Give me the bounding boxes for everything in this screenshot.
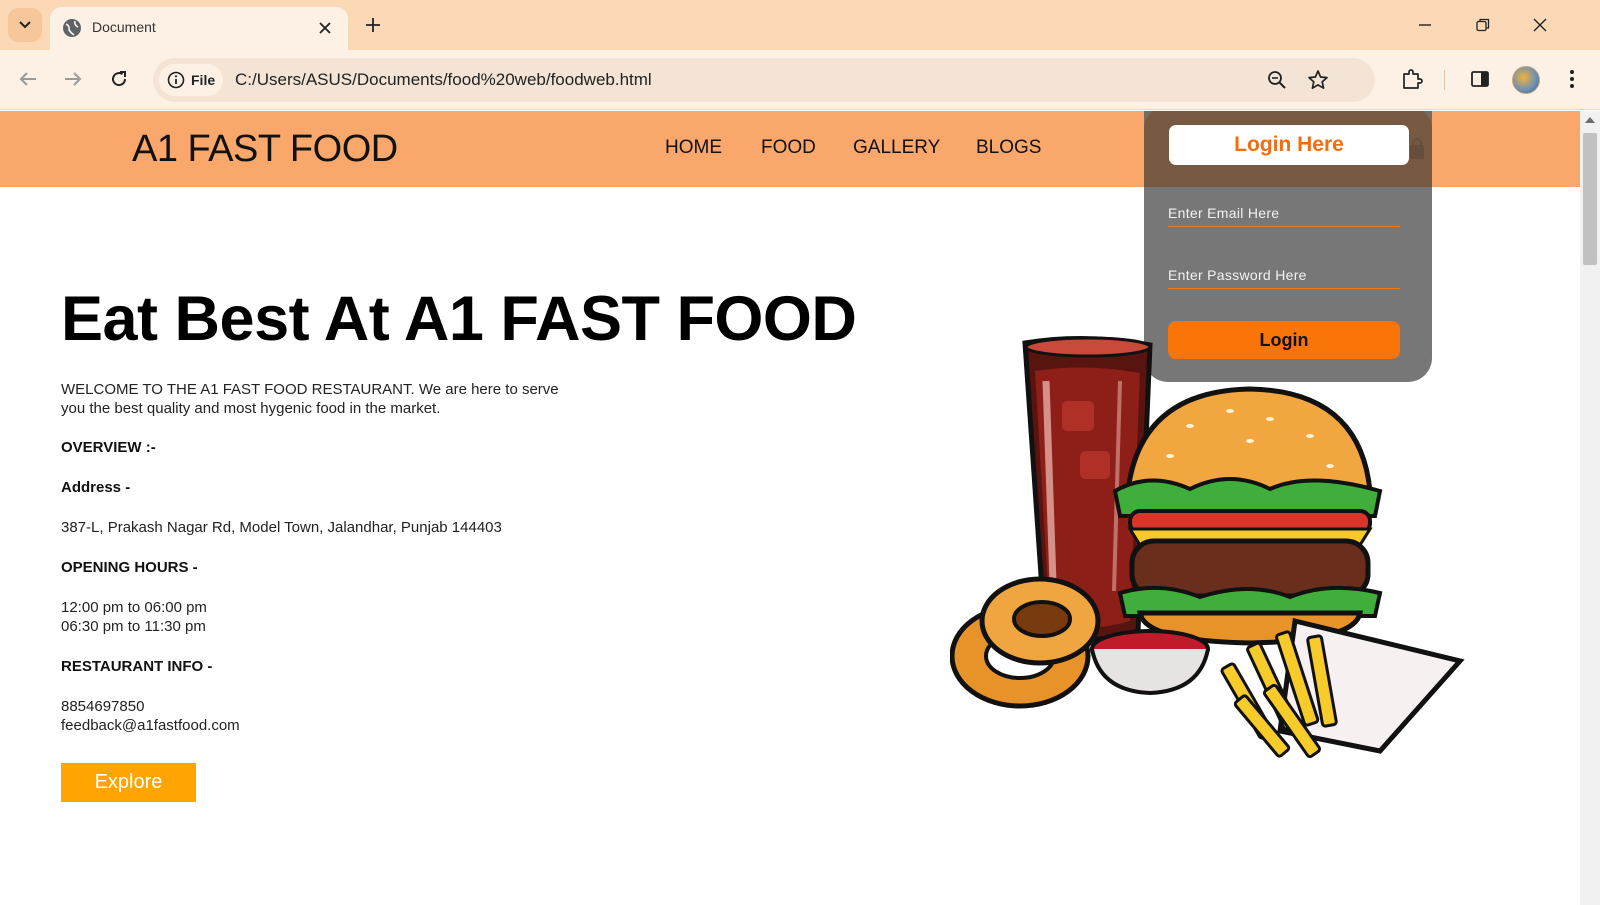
hero-title: Eat Best At A1 FAST FOOD xyxy=(61,284,857,354)
globe-icon xyxy=(63,19,81,37)
tab-search-button[interactable] xyxy=(8,8,42,42)
plus-icon xyxy=(366,18,380,32)
reload-icon xyxy=(112,71,127,87)
minimize-button[interactable] xyxy=(1412,12,1438,38)
more-vertical-icon xyxy=(1570,70,1574,88)
side-panel-button[interactable] xyxy=(1466,65,1494,93)
browser-toolbar: File C:/Users/ASUS/Documents/food%20web/… xyxy=(0,50,1600,110)
browser-tab-strip: Document xyxy=(0,0,1600,50)
arrow-left-icon xyxy=(19,72,36,86)
browser-tab[interactable]: Document xyxy=(50,7,348,50)
close-icon xyxy=(319,22,331,34)
site-logo[interactable]: A1 FAST FOOD xyxy=(132,128,398,171)
explore-button[interactable]: Explore xyxy=(61,763,196,802)
restore-button[interactable] xyxy=(1470,12,1496,38)
url-text[interactable]: C:/Users/ASUS/Documents/food%20web/foodw… xyxy=(235,70,652,90)
hours-line-1: 12:00 pm to 06:00 pm xyxy=(61,599,207,616)
arrow-right-icon xyxy=(65,72,82,86)
profile-avatar[interactable] xyxy=(1512,66,1540,94)
tab-close-button[interactable] xyxy=(313,16,337,40)
onion-rings xyxy=(950,576,1101,709)
close-window-button[interactable] xyxy=(1527,12,1553,38)
burger xyxy=(1112,386,1383,646)
page-viewport: A1 FAST FOOD HOME FOOD GALLERY BLOGS Log… xyxy=(0,111,1580,905)
file-chip-label: File xyxy=(191,72,216,88)
nav-gallery[interactable]: GALLERY xyxy=(853,137,940,159)
intro-line-1: WELCOME TO THE A1 FAST FOOD RESTAURANT. … xyxy=(61,381,559,398)
reload-button[interactable] xyxy=(104,64,134,94)
food-illustration xyxy=(950,335,1465,759)
toolbar-divider xyxy=(1444,70,1445,90)
site-info-chip[interactable]: File xyxy=(159,64,223,96)
star-icon xyxy=(1308,70,1328,90)
forward-button[interactable] xyxy=(58,64,88,94)
restore-icon xyxy=(1476,18,1490,32)
close-icon xyxy=(1533,18,1547,32)
phone-number: 8854697850 xyxy=(61,698,145,715)
hours-heading: OPENING HOURS - xyxy=(61,559,198,576)
scroll-up-arrow[interactable] xyxy=(1585,117,1595,123)
overview-heading: OVERVIEW :- xyxy=(61,439,156,456)
address-text: 387-L, Prakash Nagar Rd, Model Town, Jal… xyxy=(61,519,502,536)
scroll-thumb[interactable] xyxy=(1583,133,1597,265)
browser-menu-button[interactable] xyxy=(1558,65,1586,93)
contact-email: feedback@a1fastfood.com xyxy=(61,717,240,734)
side-panel-icon xyxy=(1471,71,1489,87)
info-icon xyxy=(167,71,185,89)
login-heading: Login Here xyxy=(1169,125,1409,165)
address-bar[interactable]: File C:/Users/ASUS/Documents/food%20web/… xyxy=(153,58,1375,102)
nav-food[interactable]: FOOD xyxy=(761,137,816,159)
hours-line-2: 06:30 pm to 11:30 pm xyxy=(61,618,206,635)
ketchup-bowl xyxy=(1090,629,1210,696)
tab-title: Document xyxy=(92,19,156,35)
new-tab-button[interactable] xyxy=(360,12,386,38)
extensions-button[interactable] xyxy=(1398,65,1426,93)
minimize-icon xyxy=(1419,24,1431,26)
email-field[interactable]: Enter Email Here xyxy=(1168,201,1400,227)
password-field[interactable]: Enter Password Here xyxy=(1168,263,1400,289)
chevron-down-icon xyxy=(19,21,31,29)
puzzle-icon xyxy=(1403,69,1423,89)
nav-blogs[interactable]: BLOGS xyxy=(976,137,1041,159)
back-button[interactable] xyxy=(13,64,43,94)
zoom-out-icon xyxy=(1268,71,1286,89)
address-heading: Address - xyxy=(61,479,131,496)
info-heading: RESTAURANT INFO - xyxy=(61,658,213,675)
zoom-button[interactable] xyxy=(1265,68,1289,92)
bookmark-button[interactable] xyxy=(1306,68,1330,92)
intro-line-2: you the best quality and most hygenic fo… xyxy=(61,400,441,417)
nav-home[interactable]: HOME xyxy=(665,137,722,159)
page-scrollbar[interactable] xyxy=(1580,111,1600,905)
